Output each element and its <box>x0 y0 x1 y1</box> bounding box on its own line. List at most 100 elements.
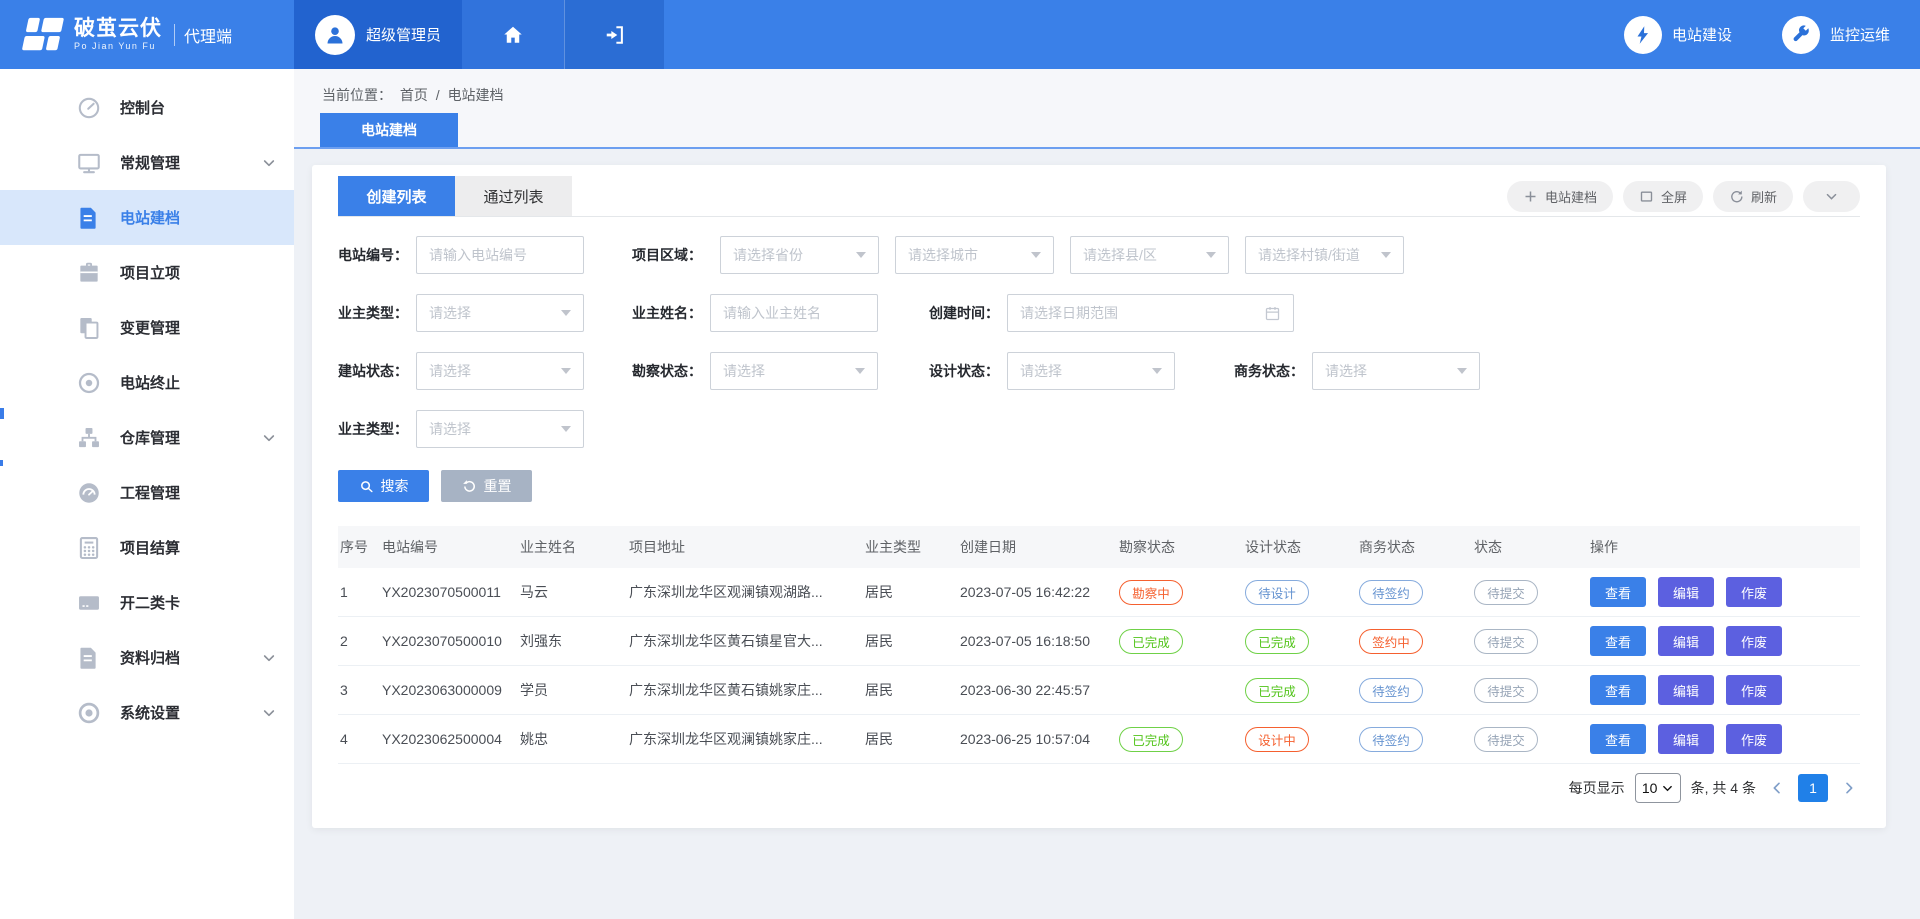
province-select[interactable]: 请选择省份 <box>720 236 879 274</box>
monitor-icon <box>76 150 102 176</box>
collapse-toolbar-button[interactable] <box>1803 181 1860 212</box>
pagination: 每页显示 10 条, 共 4 条 1 <box>338 773 1860 803</box>
survey-status-cell: 已完成 <box>1117 629 1243 654</box>
business-status-cell: 待签约 <box>1357 678 1472 703</box>
void-button[interactable]: 作废 <box>1726 724 1782 754</box>
filter-form: 电站编号： 项目区域： 请选择省份 请选择城市 请选择县/区 <box>338 217 1860 448</box>
view-button[interactable]: 查看 <box>1590 626 1646 656</box>
sidebar-item-document[interactable]: 电站建档 <box>0 190 294 245</box>
owner-name-input[interactable] <box>723 305 865 321</box>
column-header: 操作 <box>1588 537 1860 557</box>
owner-name: 学员 <box>518 680 627 700</box>
business-status-select[interactable]: 请选择 <box>1312 352 1480 390</box>
view-button[interactable]: 查看 <box>1590 577 1646 607</box>
sidebar-item-gauge[interactable]: 工程管理 <box>0 465 294 520</box>
view-button[interactable]: 查看 <box>1590 724 1646 754</box>
breadcrumb-strip: 当前位置： 首页 / 电站建档 电站建档 <box>294 69 1920 149</box>
caret-icon <box>561 426 571 432</box>
void-button[interactable]: 作废 <box>1726 675 1782 705</box>
row-index: 1 <box>338 584 380 600</box>
refresh-button[interactable]: 刷新 <box>1713 181 1793 212</box>
county-select[interactable]: 请选择县/区 <box>1070 236 1229 274</box>
date-range-picker[interactable]: 请选择日期范围 <box>1007 294 1294 332</box>
sidebar-item-card[interactable]: 开二类卡 <box>0 575 294 630</box>
edit-button[interactable]: 编辑 <box>1658 724 1714 754</box>
sidebar-scrollbar[interactable] <box>0 460 3 466</box>
town-select[interactable]: 请选择村镇/街道 <box>1245 236 1404 274</box>
sidebar-item-copy[interactable]: 变更管理 <box>0 300 294 355</box>
nav-monitor-ops[interactable]: 监控运维 <box>1782 16 1890 54</box>
station-code: YX2023062500004 <box>380 731 518 747</box>
sidebar-item-calculator[interactable]: 项目结算 <box>0 520 294 575</box>
search-icon <box>359 479 374 494</box>
sidebar-item-bullseye[interactable]: 系统设置 <box>0 685 294 740</box>
filter-project-region: 项目区域： 请选择省份 请选择城市 请选择县/区 请选择村镇/街道 <box>632 236 1404 274</box>
filter-owner-type: 业主类型： 请选择 <box>338 294 584 332</box>
breadcrumb: 当前位置： 首页 / 电站建档 <box>322 85 508 105</box>
sidebar-item-dashboard[interactable]: 控制台 <box>0 80 294 135</box>
owner-type-select-2[interactable]: 请选择 <box>416 410 584 448</box>
view-button[interactable]: 查看 <box>1590 675 1646 705</box>
prev-page-button[interactable] <box>1766 774 1788 802</box>
sidebar-item-sitemap[interactable]: 仓库管理 <box>0 410 294 465</box>
edit-button[interactable]: 编辑 <box>1658 577 1714 607</box>
page-number-button[interactable]: 1 <box>1798 774 1828 802</box>
status-pill: 待签约 <box>1359 727 1423 752</box>
chevron-right-icon <box>1841 780 1857 796</box>
owner-type-select[interactable]: 请选择 <box>416 294 584 332</box>
status-pill: 待提交 <box>1474 727 1538 752</box>
status-pill: 待签约 <box>1359 678 1423 703</box>
status-pill: 已完成 <box>1245 629 1309 654</box>
sidebar-item-briefcase[interactable]: 项目立项 <box>0 245 294 300</box>
username: 超级管理员 <box>366 24 441 45</box>
fullscreen-button[interactable]: 全屏 <box>1623 181 1703 212</box>
status-pill: 待设计 <box>1245 580 1309 605</box>
city-select[interactable]: 请选择城市 <box>895 236 1054 274</box>
edit-button[interactable]: 编辑 <box>1658 675 1714 705</box>
design-status-select[interactable]: 请选择 <box>1007 352 1175 390</box>
sidebar-scrollbar[interactable] <box>0 408 4 419</box>
next-page-button[interactable] <box>1838 774 1860 802</box>
build-status-select[interactable]: 请选择 <box>416 352 584 390</box>
table-row: 3 YX2023063000009 学员 广东深圳龙华区黄石镇姚家庄... 居民… <box>338 666 1860 715</box>
logo-title: 破茧云伏 <box>74 18 162 40</box>
user-menu[interactable]: 超级管理员 <box>294 0 462 69</box>
reset-button[interactable]: 重置 <box>441 470 532 502</box>
edit-button[interactable]: 编辑 <box>1658 626 1714 656</box>
status-pill: 待提交 <box>1474 629 1538 654</box>
filter-owner-name: 业主姓名： <box>632 294 878 332</box>
breadcrumb-home[interactable]: 首页 <box>400 87 428 103</box>
created-date: 2023-06-30 22:45:57 <box>958 682 1117 698</box>
search-button[interactable]: 搜索 <box>338 470 429 502</box>
home-button[interactable] <box>462 0 564 69</box>
card-icon <box>76 590 102 616</box>
logout-button[interactable] <box>564 0 664 69</box>
caret-icon <box>1031 252 1041 258</box>
breadcrumb-current: 电站建档 <box>448 87 504 103</box>
sidebar-item-file[interactable]: 资料归档 <box>0 630 294 685</box>
column-header: 勘察状态 <box>1117 537 1243 557</box>
add-station-button[interactable]: 电站建档 <box>1507 181 1613 212</box>
filter-station-code: 电站编号： <box>338 236 584 274</box>
calendar-icon <box>1264 305 1281 322</box>
status-cell: 待提交 <box>1472 678 1588 703</box>
survey-status-select[interactable]: 请选择 <box>710 352 878 390</box>
caret-icon <box>1457 368 1467 374</box>
content-card: 创建列表 通过列表 电站建档 全屏 刷新 <box>312 165 1886 828</box>
project-address: 广东深圳龙华区黄石镇星官大... <box>627 631 863 651</box>
sidebar-item-target[interactable]: 电站终止 <box>0 355 294 410</box>
tab-create-list[interactable]: 创建列表 <box>338 176 455 216</box>
per-page-select[interactable]: 10 <box>1635 773 1681 803</box>
tab-passed-list[interactable]: 通过列表 <box>455 176 572 216</box>
page-tab-station-archive[interactable]: 电站建档 <box>320 113 458 147</box>
station-code-input[interactable] <box>429 247 571 263</box>
void-button[interactable]: 作废 <box>1726 626 1782 656</box>
owner-name: 刘强东 <box>518 631 627 651</box>
table-row: 4 YX2023062500004 姚忠 广东深圳龙华区观澜镇姚家庄... 居民… <box>338 715 1860 764</box>
void-button[interactable]: 作废 <box>1726 577 1782 607</box>
owner-type: 居民 <box>863 631 958 651</box>
nav-station-build[interactable]: 电站建设 <box>1624 16 1732 54</box>
sidebar-item-monitor[interactable]: 常规管理 <box>0 135 294 190</box>
filter-owner-type-2: 业主类型： 请选择 <box>338 410 584 448</box>
column-header: 业主类型 <box>863 537 958 557</box>
